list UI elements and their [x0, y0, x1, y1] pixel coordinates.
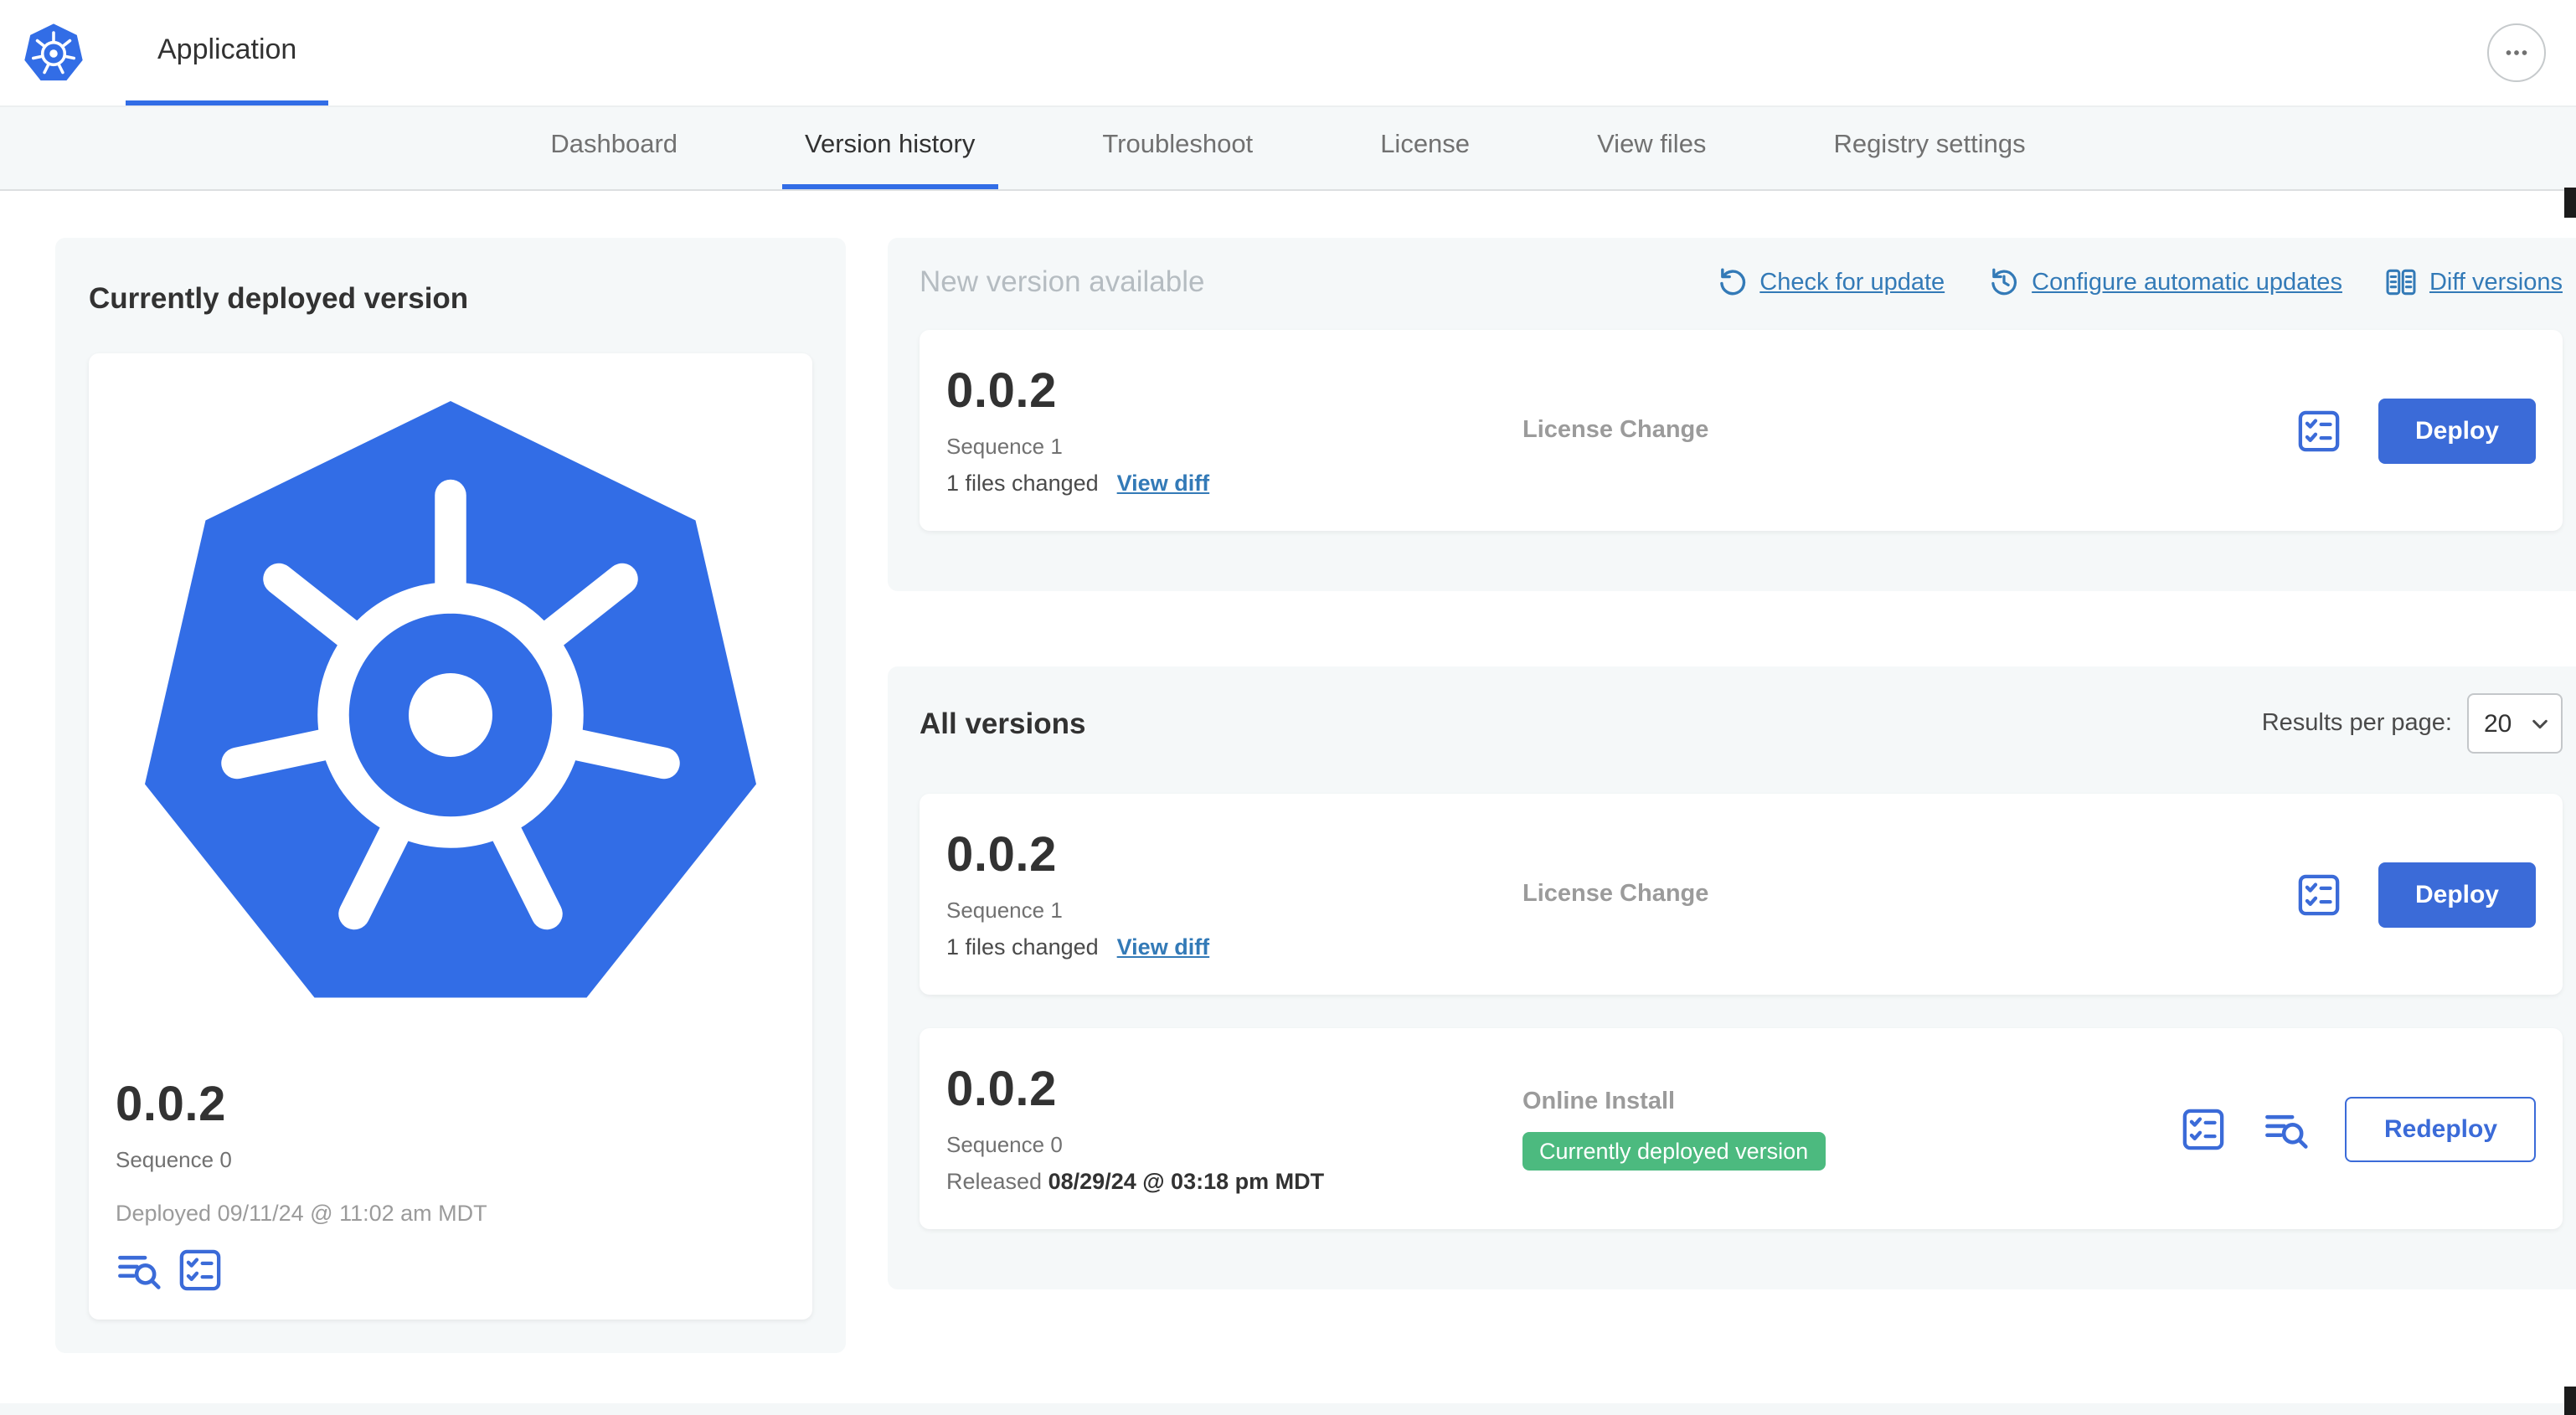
view-diff-link[interactable]: View diff: [1117, 934, 1210, 960]
source-label: License Change: [1522, 881, 1709, 908]
tab-version-history[interactable]: Version history: [781, 107, 999, 189]
logs-icon: [118, 1255, 161, 1289]
currently-deployed-title: Currently deployed version: [89, 281, 469, 315]
version-list: 0.0.2 Sequence 1 1 files changed View di…: [920, 794, 2563, 1229]
tab-view-files[interactable]: View files: [1574, 107, 1729, 189]
checklist-icon: [179, 1249, 221, 1291]
version-info: 0.0.2 Sequence 1 1 files changed View di…: [946, 365, 1522, 496]
scrollbar-thumb[interactable]: [2564, 188, 2576, 218]
diff-versions-link[interactable]: Diff versions: [2386, 266, 2563, 298]
tab-license[interactable]: License: [1357, 107, 1493, 189]
version-number: 0.0.2: [946, 365, 1057, 419]
all-versions-title: All versions: [920, 706, 1086, 739]
currently-deployed-badge: Currently deployed version: [1522, 1131, 1826, 1170]
version-row: 0.0.2 Sequence 1 1 files changed View di…: [920, 794, 2563, 995]
results-per-page: Results per page: 20: [2262, 693, 2563, 754]
tab-troubleshoot[interactable]: Troubleshoot: [1079, 107, 1276, 189]
top-header: Application: [0, 0, 2576, 105]
preflight-checks-button[interactable]: [2182, 1106, 2227, 1151]
source-label: Online Install: [1522, 1088, 1676, 1114]
version-source: License Change: [1522, 881, 2296, 908]
new-version-title: New version available: [920, 265, 1205, 298]
app-tab[interactable]: Application: [126, 0, 329, 105]
diff-icon: [2387, 269, 2417, 296]
version-info: 0.0.2 Sequence 1 1 files changed View di…: [946, 829, 1522, 960]
preflight-checks-button[interactable]: [2296, 872, 2342, 917]
tab-dashboard[interactable]: Dashboard: [527, 107, 701, 189]
all-versions-panel: All versions Results per page: 20 0.0.2 …: [888, 666, 2576, 1289]
version-sequence: Sequence 1: [946, 898, 1063, 923]
version-number: 0.0.2: [946, 1063, 1057, 1117]
more-options-button[interactable]: [2487, 23, 2546, 82]
files-changed-label: 1 files changed: [946, 934, 1099, 960]
version-row-actions: Deploy: [2296, 398, 2536, 463]
files-changed-label: 1 files changed: [946, 471, 1099, 496]
view-diff-link[interactable]: View diff: [1117, 471, 1210, 496]
redeploy-button[interactable]: Redeploy: [2345, 1096, 2536, 1161]
tab-registry-settings[interactable]: Registry settings: [1810, 107, 2048, 189]
version-info: 0.0.2 Sequence 0 Released 08/29/24 @ 03:…: [946, 1063, 1522, 1194]
source-label: License Change: [1522, 417, 1709, 444]
version-row-actions: Deploy: [2296, 862, 2536, 927]
version-source: License Change: [1522, 417, 2296, 444]
preflight-checks-button[interactable]: [2296, 408, 2342, 453]
view-logs-button[interactable]: [116, 1248, 161, 1293]
check-for-update-link[interactable]: Check for update: [1716, 266, 1945, 298]
preflight-checks-button[interactable]: [178, 1248, 223, 1293]
refresh-icon: [1719, 268, 1745, 296]
checklist-icon: [2183, 1108, 2225, 1150]
results-per-page-select[interactable]: 20: [2467, 693, 2563, 754]
deploy-button[interactable]: Deploy: [2378, 862, 2536, 927]
checklist-icon: [2298, 873, 2340, 915]
kubernetes-logo-icon: [116, 401, 786, 1057]
logs-icon: [2266, 1114, 2309, 1148]
footer: v1.109.3: [0, 1403, 2576, 1415]
admin-console-page: Application Dashboard Version history Tr…: [0, 0, 2576, 1415]
deploy-button[interactable]: Deploy: [2378, 398, 2536, 463]
currently-deployed-panel: Currently deployed version 0.0.2 Sequenc…: [55, 238, 846, 1353]
deployed-actions: [116, 1248, 786, 1293]
main-content: Currently deployed version 0.0.2 Sequenc…: [0, 191, 2576, 1403]
deployed-sequence: Sequence 0: [116, 1147, 232, 1172]
clock-refresh-icon: [1991, 268, 2017, 296]
new-version-header: New version available Check for update C…: [920, 265, 2563, 300]
version-actions-links: Check for update Configure automatic upd…: [1716, 266, 2563, 298]
ellipsis-icon: [2506, 50, 2527, 55]
new-version-panel: New version available Check for update C…: [888, 238, 2576, 591]
version-sequence: Sequence 0: [946, 1132, 1063, 1157]
right-column: New version available Check for update C…: [888, 238, 2576, 1289]
results-per-page-label: Results per page:: [2261, 710, 2452, 737]
all-versions-header: All versions Results per page: 20: [920, 693, 2563, 754]
version-source: Online Install Currently deployed versio…: [1522, 1088, 2182, 1170]
deployed-version-card: 0.0.2 Sequence 0 Deployed 09/11/24 @ 11:…: [89, 353, 812, 1320]
deployed-version-number: 0.0.2: [116, 1078, 226, 1132]
version-row: 0.0.2 Sequence 0 Released 08/29/24 @ 03:…: [920, 1028, 2563, 1229]
checklist-icon: [2298, 409, 2340, 451]
kubernetes-logo-icon: [22, 21, 85, 85]
version-number: 0.0.2: [946, 829, 1057, 882]
scrollbar-thumb[interactable]: [2564, 1387, 2576, 1415]
released-timestamp: Released 08/29/24 @ 03:18 pm MDT: [946, 1169, 1325, 1194]
configure-automatic-updates-link[interactable]: Configure automatic updates: [1988, 266, 2342, 298]
deployed-timestamp: Deployed 09/11/24 @ 11:02 am MDT: [116, 1201, 487, 1226]
view-logs-button[interactable]: [2264, 1106, 2309, 1151]
version-sequence: Sequence 1: [946, 434, 1063, 459]
new-version-row: 0.0.2 Sequence 1 1 files changed View di…: [920, 330, 2563, 531]
version-row-actions: Redeploy: [2182, 1096, 2536, 1161]
app-nav-tabs: Dashboard Version history Troubleshoot L…: [0, 105, 2576, 191]
chevron-down-icon: [2532, 718, 2548, 728]
app-tab-label: Application: [157, 33, 297, 65]
